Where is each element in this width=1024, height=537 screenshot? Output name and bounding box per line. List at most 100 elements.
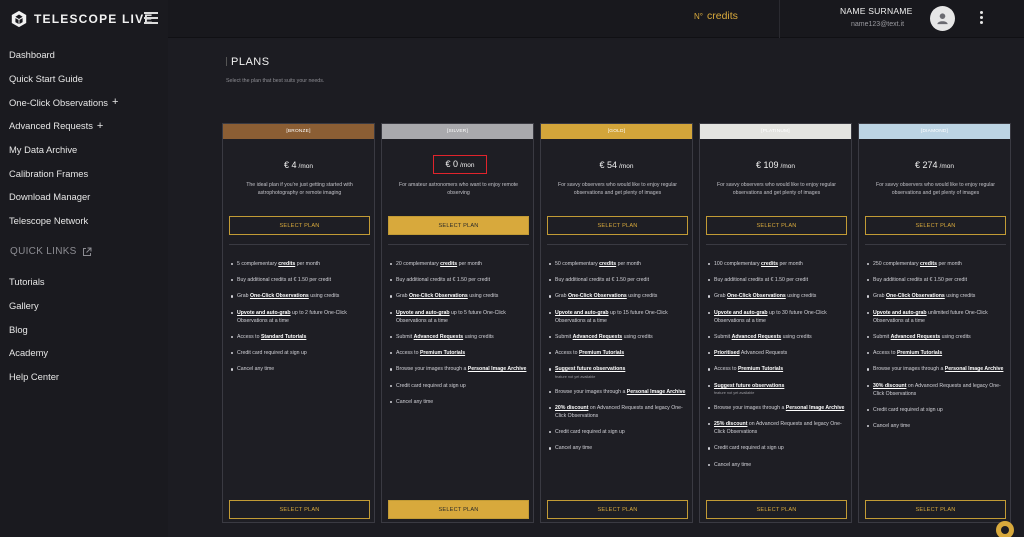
plan-feature: 50 complementary credits per month (548, 260, 688, 268)
feature-link[interactable]: Advanced Requests (414, 334, 464, 340)
sidebar-item-calibration-frames[interactable]: Calibration Frames (9, 161, 164, 185)
feature-link[interactable]: Advanced Requests (573, 334, 623, 340)
plan-feature: Buy additional credits at € 1.50 per cre… (230, 276, 370, 284)
select-plan-button[interactable]: SELECT PLAN (706, 216, 847, 235)
help-chat-icon[interactable] (996, 521, 1014, 537)
credits-label: credits (706, 10, 738, 22)
menu-icon[interactable] (144, 12, 158, 24)
feature-link[interactable]: One-Click Observations (568, 293, 627, 299)
sidebar-item-label: Quick Start Guide (9, 73, 83, 85)
topbar: N° credits NAME SURNAME name123@text.it (168, 0, 1024, 38)
feature-text: Grab (237, 293, 250, 300)
plan-description: For savvy observers who would like to en… (557, 182, 678, 197)
feature-link[interactable]: Upvote and auto-grab (555, 310, 609, 316)
plan-tier-header: [DIAMOND] (859, 124, 1010, 139)
select-plan-button[interactable]: SELECT PLAN (865, 216, 1006, 235)
select-plan-button[interactable]: SELECT PLAN (229, 216, 370, 235)
plan-divider (229, 244, 370, 245)
feature-link[interactable]: Personal Image Archive (627, 389, 686, 395)
sidebar-item-dashboard[interactable]: Dashboard (9, 43, 164, 67)
feature-link[interactable]: One-Click Observations (727, 293, 786, 299)
feature-text: Access to (714, 366, 738, 373)
plan-price-amount: € 109 (756, 160, 779, 170)
feature-link[interactable]: Advanced Requests (732, 334, 782, 340)
feature-link[interactable]: Upvote and auto-grab (237, 310, 291, 316)
sidebar-item-telescope-network[interactable]: Telescope Network (9, 209, 164, 233)
quick-link-blog[interactable]: Blog (9, 317, 164, 341)
feature-text: Browse your images through a (396, 366, 468, 373)
plan-description: For amateur astronomers who want to enjo… (398, 182, 519, 197)
feature-link[interactable]: One-Click Observations (886, 293, 945, 299)
plan-description: The ideal plan if you're just getting st… (246, 182, 353, 197)
feature-link[interactable]: Standard Tutorials (261, 334, 306, 340)
select-plan-button[interactable]: SELECT PLAN (547, 216, 688, 235)
feature-link[interactable]: Premium Tutorials (579, 350, 624, 356)
feature-link[interactable]: Premium Tutorials (420, 350, 465, 356)
feature-link[interactable]: credits (278, 261, 295, 267)
plan-tier-header: [BRONZE] (223, 124, 374, 139)
plan-feature: Buy additional credits at € 1.50 per cre… (707, 276, 847, 284)
plan-divider (865, 244, 1006, 245)
plan-feature: Cancel any time (230, 365, 370, 373)
select-plan-button[interactable]: SELECT PLAN (229, 500, 370, 519)
feature-link[interactable]: credits (920, 261, 937, 267)
feature-link[interactable]: Personal Image Archive (945, 366, 1004, 372)
sidebar-item-my-data-archive[interactable]: My Data Archive (9, 138, 164, 162)
feature-link[interactable]: One-Click Observations (409, 293, 468, 299)
brand[interactable]: TELESCOPE LIVE (10, 9, 160, 29)
feature-text: per month (295, 261, 321, 267)
feature-text: Cancel any time (714, 461, 752, 468)
feature-link[interactable]: Upvote and auto-grab (873, 310, 927, 316)
sidebar-item-advanced-requests[interactable]: Advanced Requests + (9, 114, 164, 138)
quick-link-academy[interactable]: Academy (9, 341, 164, 365)
feature-note: feature not yet available (714, 390, 755, 395)
expand-plus-icon[interactable]: + (97, 120, 103, 132)
feature-link[interactable]: credits (761, 261, 778, 267)
select-plan-button[interactable]: SELECT PLAN (706, 500, 847, 519)
plan-price: € 4/mon (223, 160, 374, 170)
avatar[interactable] (930, 6, 955, 31)
feature-text: 20 complementary (396, 261, 441, 267)
feature-link[interactable]: Suggest future observations (555, 366, 625, 372)
quick-link-gallery[interactable]: Gallery (9, 294, 164, 318)
quick-link-tutorials[interactable]: Tutorials (9, 270, 164, 294)
plan-feature: 20% discount on Advanced Requests and le… (548, 404, 688, 420)
feature-link[interactable]: 25% discount (714, 421, 747, 427)
feature-link[interactable]: Premium Tutorials (738, 366, 783, 372)
sidebar-item-download-manager[interactable]: Download Manager (9, 185, 164, 209)
feature-text: per month (778, 261, 803, 267)
credits-display[interactable]: N° credits (694, 10, 738, 22)
feature-text: Grab (873, 293, 886, 300)
feature-note: feature not yet available (555, 374, 596, 379)
more-options-icon[interactable] (980, 11, 984, 26)
feature-text: Buy additional credits at € 1.50 per cre… (555, 277, 650, 284)
feature-link[interactable]: 30% discount (873, 383, 906, 389)
select-plan-button[interactable]: SELECT PLAN (388, 500, 529, 519)
plan-card: [PLATINUM] € 109/mon For savvy observers w… (699, 123, 852, 523)
quick-link-help-center[interactable]: Help Center (9, 365, 164, 389)
feature-link[interactable]: Advanced Requests (891, 334, 941, 340)
select-plan-button[interactable]: SELECT PLAN (388, 216, 529, 235)
plan-divider (388, 244, 529, 245)
plan-features: 250 complementary credits per month Buy a… (866, 260, 1006, 438)
plan-feature: Prioritised Advanced Requests (707, 349, 847, 357)
feature-link[interactable]: 20% discount (555, 405, 588, 411)
feature-link[interactable]: One-Click Observations (250, 293, 309, 299)
expand-plus-icon[interactable]: + (112, 96, 118, 108)
sidebar-item-one-click-observations[interactable]: One-Click Observations + (9, 90, 164, 114)
feature-link[interactable]: Personal Image Archive (786, 405, 845, 411)
quick-link-label: Tutorials (9, 276, 45, 288)
plan-feature: Upvote and auto-grab up to 5 future One-… (389, 309, 529, 325)
feature-link[interactable]: Suggest future observations (714, 383, 784, 389)
select-plan-button[interactable]: SELECT PLAN (547, 500, 688, 519)
feature-link[interactable]: Prioritised (714, 350, 740, 356)
feature-link[interactable]: credits (440, 261, 457, 267)
select-plan-button[interactable]: SELECT PLAN (865, 500, 1006, 519)
feature-text: Submit (714, 334, 732, 341)
sidebar-item-quick-start-guide[interactable]: Quick Start Guide (9, 67, 164, 91)
feature-link[interactable]: Upvote and auto-grab (714, 310, 768, 316)
feature-link[interactable]: Upvote and auto-grab (396, 310, 450, 316)
feature-link[interactable]: credits (599, 261, 616, 267)
feature-link[interactable]: Personal Image Archive (468, 366, 527, 372)
feature-link[interactable]: Premium Tutorials (897, 350, 942, 356)
